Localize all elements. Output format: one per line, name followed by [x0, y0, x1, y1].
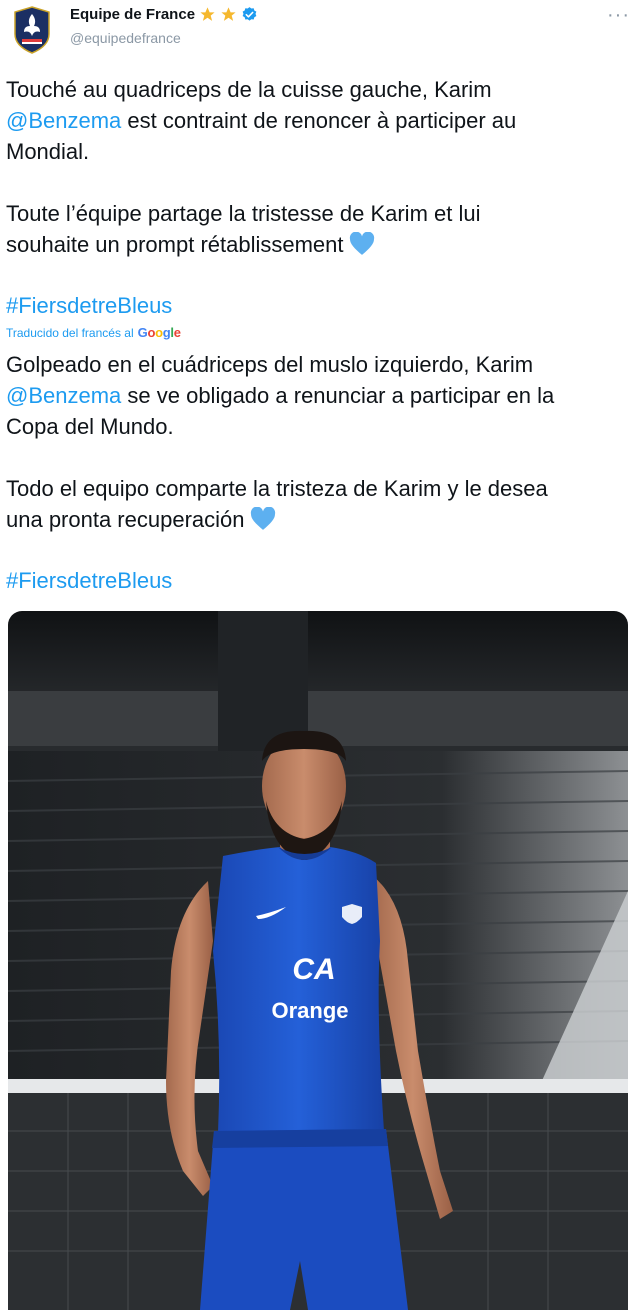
hashtag-line: #FiersdetreBleus [6, 290, 634, 321]
text-line: @Benzema se ve obligado a renunciar a pa… [6, 380, 634, 411]
text-line: Mondial. [6, 139, 90, 164]
mention-link[interactable]: @Benzema [6, 383, 121, 408]
tweet-text-translated-2: Todo el equipo comparte la tristeza de K… [6, 473, 634, 535]
star-icon [200, 7, 215, 21]
text-line: Todo el equipo comparte la tristeza de K… [6, 476, 548, 501]
tweet-media-photo[interactable]: CA Orange [8, 611, 628, 1310]
text-fragment: souhaite un prompt rétablissement [6, 232, 344, 257]
tweet-text-original-2: Toute l’équipe partage la tristesse de K… [6, 198, 634, 260]
google-logo-icon: Google [137, 325, 181, 340]
text-line: Golpeado en el cuádriceps del muslo izqu… [6, 352, 534, 377]
hashtag-link[interactable]: #FiersdetreBleus [6, 293, 172, 318]
text-line: Copa del Mundo. [6, 414, 174, 439]
text-fragment: una pronta recuperación [6, 507, 245, 532]
blue-heart-emoji-icon [349, 232, 374, 255]
translation-label: Traducido del francés al [6, 325, 134, 340]
text-fragment: se ve obligado a renunciar a participar … [121, 383, 555, 408]
account-name[interactable]: Equipe de France [70, 6, 195, 23]
shirt-sponsor-logo: CA [292, 953, 335, 986]
tweet-text-original: Touché au quadriceps de la cuisse gauche… [6, 74, 634, 167]
text-line: @Benzema est contraint de renoncer à par… [6, 105, 634, 136]
tweet-text-translated: Golpeado en el cuádriceps del muslo izqu… [6, 349, 634, 442]
fff-crest-logo-icon[interactable] [12, 6, 52, 54]
player-photo: CA Orange [8, 611, 628, 1310]
text-line: souhaite un prompt rétablissement [6, 229, 634, 260]
account-handle[interactable]: @equipedefrance [70, 30, 181, 46]
translation-attribution: Traducido del francés al Google [6, 325, 181, 340]
tweet-header: Equipe de France @equipedefrance ··· [0, 0, 640, 62]
text-line: Toute l’équipe partage la tristesse de K… [6, 201, 481, 226]
text-fragment: est contraint de renoncer à participer a… [121, 108, 517, 133]
more-options-icon[interactable]: ··· [607, 5, 630, 25]
mention-link[interactable]: @Benzema [6, 108, 121, 133]
shirt-sponsor-text: Orange [271, 998, 348, 1023]
star-icon [221, 7, 236, 21]
hashtag-line-translated: #FiersdetreBleus [6, 565, 634, 596]
blue-heart-emoji-icon [250, 507, 275, 530]
text-line: una pronta recuperación [6, 504, 634, 535]
text-line: Touché au quadriceps de la cuisse gauche… [6, 77, 492, 102]
verified-badge-icon [242, 7, 257, 21]
hashtag-link[interactable]: #FiersdetreBleus [6, 568, 172, 593]
